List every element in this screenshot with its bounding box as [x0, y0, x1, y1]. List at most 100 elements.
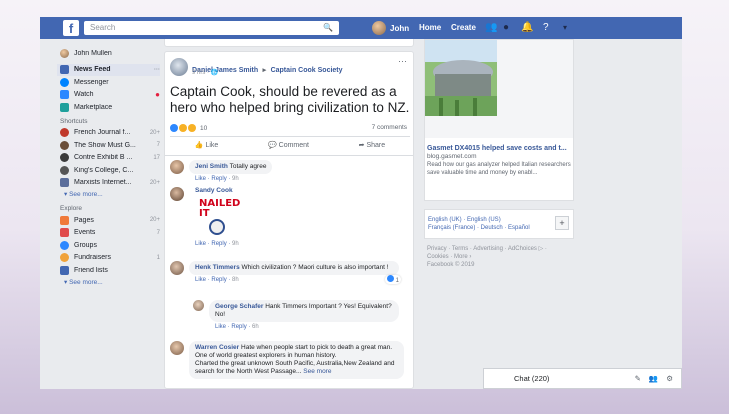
- comment-like-link[interactable]: Like: [195, 176, 206, 182]
- search-icon[interactable]: 🔍: [321, 22, 335, 34]
- sidebar-profile[interactable]: John Mullen: [60, 47, 160, 60]
- comments-count-link[interactable]: 7 comments: [372, 124, 407, 131]
- add-language-button[interactable]: +: [555, 216, 569, 230]
- more-options-icon[interactable]: ···: [154, 67, 160, 73]
- sidebar-item-marketplace[interactable]: Marketplace: [60, 101, 160, 114]
- profile-link[interactable]: John: [372, 21, 409, 35]
- create-link[interactable]: Create: [451, 23, 476, 32]
- friend-requests-icon[interactable]: 👥: [485, 21, 497, 35]
- comment-author-link[interactable]: Sandy Cook: [189, 187, 245, 194]
- top-navigation-bar: f Search 🔍 John Home Create 👥 ● 🔔 ? ▾: [40, 17, 682, 39]
- sidebar-item-news-feed[interactable]: News Feed ···: [57, 63, 160, 76]
- comment-reactions[interactable]: 1: [384, 275, 401, 284]
- post-time: 9 hrs ·: [192, 70, 211, 76]
- sidebar-item-events[interactable]: Events 7: [60, 227, 160, 240]
- comment-like-link[interactable]: Like: [195, 277, 206, 283]
- search-input[interactable]: Search 🔍: [84, 21, 339, 35]
- comment-actions: Like · Reply · 8h: [195, 277, 239, 283]
- fundraiser-icon: [60, 253, 69, 263]
- avatar[interactable]: [170, 261, 184, 275]
- shortcuts-see-more-link[interactable]: ▾ See more...: [60, 189, 160, 201]
- explore-see-more-link[interactable]: ▾ See more...: [60, 277, 160, 289]
- comment-author-link[interactable]: Warren Cosier: [195, 344, 239, 351]
- comment-like-link[interactable]: Like: [215, 324, 226, 330]
- comment: Warren Cosier Hate when people start to …: [170, 341, 404, 379]
- language-links[interactable]: English (UK) · English (US): [428, 216, 530, 224]
- sidebar-item-pages[interactable]: Pages 20+: [60, 214, 160, 227]
- page-icon: [60, 178, 69, 188]
- page-footer: Privacy · Terms · Advertising · AdChoice…: [427, 245, 575, 269]
- home-link[interactable]: Home: [419, 23, 441, 32]
- avatar[interactable]: [170, 160, 184, 174]
- see-more-link[interactable]: See more: [303, 368, 331, 375]
- shortcut-item[interactable]: The Show Must G... 7: [60, 139, 160, 152]
- share-button[interactable]: ➦ Share: [359, 141, 386, 149]
- sidebar-item-watch[interactable]: Watch ●: [60, 89, 160, 102]
- watch-icon: [60, 90, 69, 100]
- footer-links[interactable]: Cookies · More ›: [427, 253, 575, 261]
- news-feed-icon: [60, 65, 69, 75]
- greenhouse-image: [425, 40, 573, 138]
- avatar[interactable]: [193, 300, 204, 311]
- chat-bar[interactable]: Chat (220) ✎ 👥 ⚙: [483, 368, 682, 389]
- help-icon[interactable]: ?: [543, 21, 549, 35]
- gear-icon[interactable]: ⚙: [666, 374, 673, 383]
- comment-author-link[interactable]: George Schafer: [215, 303, 263, 310]
- shortcut-item[interactable]: French Journal f... 20+: [60, 127, 160, 140]
- compose-icon[interactable]: ✎: [635, 374, 641, 383]
- notifications-icon[interactable]: 🔔: [521, 21, 533, 35]
- post-text: Captain Cook, should be revered as a her…: [170, 84, 410, 115]
- messenger-icon: [60, 77, 69, 87]
- comment-bubble: Jeni Smith Totally agree: [189, 160, 273, 174]
- share-label: Share: [366, 142, 386, 149]
- avatar[interactable]: [170, 341, 184, 355]
- sidebar-item-friend-lists[interactable]: Friend lists: [60, 264, 160, 277]
- like-button[interactable]: 👍 Like: [195, 141, 219, 149]
- comment-bubble: George Schafer Hank Timmers Important ? …: [209, 300, 399, 322]
- comment-reply-link[interactable]: Reply: [211, 241, 226, 247]
- comment-button[interactable]: 💬 Comment: [268, 141, 309, 149]
- nailed-it-sticker: NAILED IT: [197, 197, 245, 239]
- chevron-down-icon[interactable]: ▾: [563, 21, 567, 35]
- comment-like-link[interactable]: Like: [195, 241, 206, 247]
- avatar[interactable]: [170, 187, 184, 201]
- comment-author-link[interactable]: Henk Timmers: [195, 264, 240, 271]
- comment-reply-link[interactable]: Reply: [211, 176, 226, 182]
- share-icon: ➦: [358, 142, 365, 149]
- comment-reply-link[interactable]: Reply: [231, 324, 246, 330]
- language-links[interactable]: Français (France) · Deutsch · Español: [428, 224, 530, 232]
- sidebar-item-label: Messenger: [74, 78, 109, 86]
- comment-reply-link[interactable]: Reply: [211, 277, 226, 283]
- comment-text: Which civilization ? Maori culture is al…: [241, 264, 389, 271]
- comment-author-link[interactable]: Jeni Smith: [195, 163, 228, 170]
- messenger-icon[interactable]: ●: [503, 21, 509, 35]
- footer-links[interactable]: Privacy · Terms · Advertising · AdChoice…: [427, 245, 575, 253]
- shortcut-label: King's College, C...: [74, 166, 134, 174]
- post-options-icon[interactable]: ···: [398, 56, 407, 66]
- sidebar-item-messenger[interactable]: Messenger: [60, 76, 160, 89]
- facebook-logo[interactable]: f: [63, 20, 79, 36]
- comment-reply: George Schafer Hank Timmers Important ? …: [193, 300, 399, 330]
- comment-text: Charted the great unknown South Pacific,…: [195, 360, 395, 375]
- sidebar-item-fundraisers[interactable]: Fundraisers 1: [60, 252, 160, 265]
- new-group-icon[interactable]: 👥: [649, 374, 658, 383]
- sidebar-item-groups[interactable]: Groups: [60, 239, 160, 252]
- reaction-count: 10: [200, 124, 208, 132]
- reactions-summary[interactable]: 10: [170, 124, 207, 132]
- shortcut-item[interactable]: Marxists Internet... 20+: [60, 177, 160, 190]
- ad-image[interactable]: [425, 40, 573, 138]
- ad-text[interactable]: Gasmet DX4015 helped save costs and t...…: [427, 144, 573, 177]
- post-timestamp[interactable]: 9 hrs · 🌐: [192, 69, 218, 76]
- like-reaction-icon: [386, 275, 394, 282]
- post-page-link[interactable]: Captain Cook Society: [271, 67, 343, 74]
- comment-time: 9h: [232, 241, 239, 247]
- ad-domain: blog.gasmet.com: [427, 153, 477, 160]
- shortcut-label: Contre Exhibit B ...: [74, 154, 133, 162]
- avatar[interactable]: [170, 58, 188, 76]
- comment-actions: Like · Reply · 9h: [195, 241, 239, 247]
- shortcut-item[interactable]: King's College, C...: [60, 164, 160, 177]
- shortcut-item[interactable]: Contre Exhibit B ... 17: [60, 152, 160, 165]
- marketplace-icon: [60, 102, 69, 112]
- like-label: Like: [205, 142, 219, 149]
- comment: Henk Timmers Which civilization ? Maori …: [170, 261, 401, 284]
